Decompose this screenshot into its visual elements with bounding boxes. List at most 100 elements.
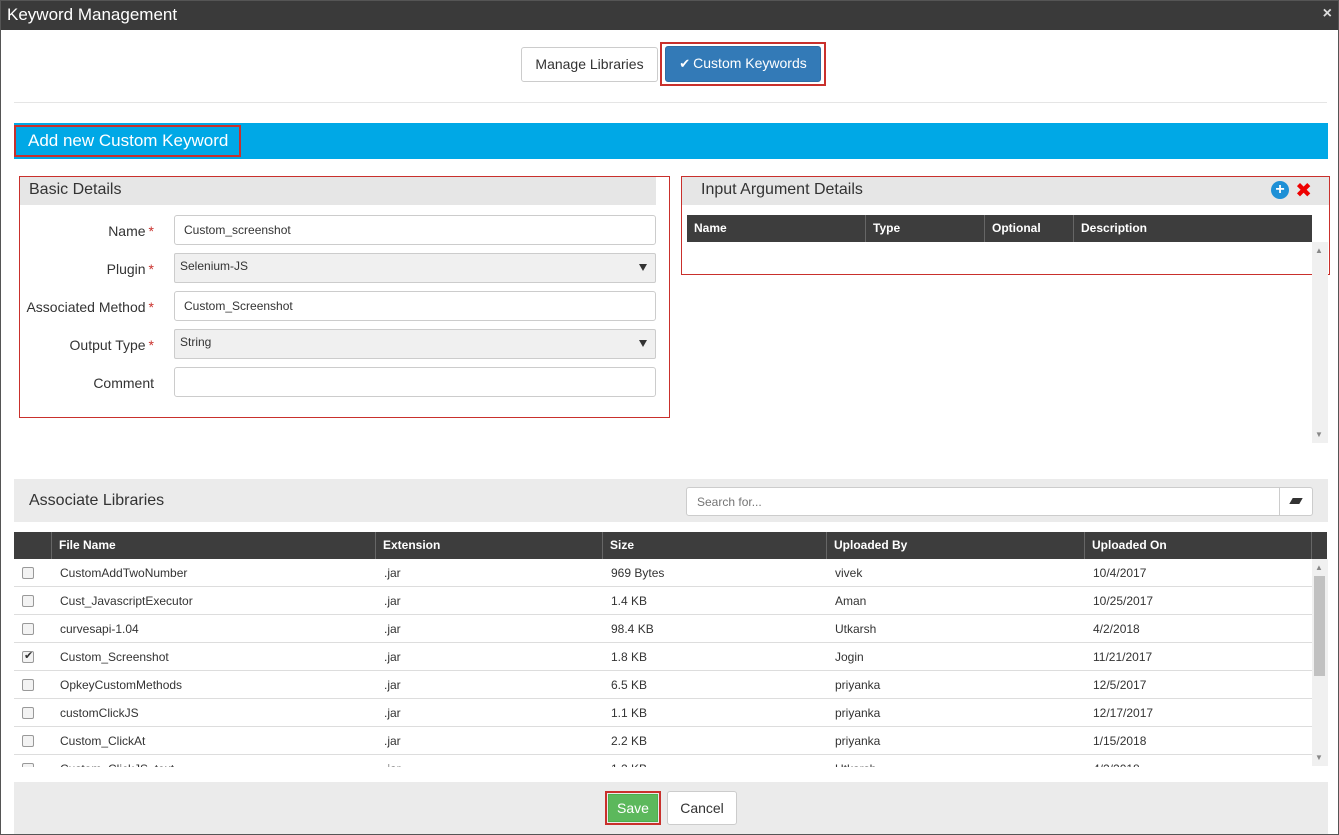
plugin-label: Plugin * (106, 261, 154, 277)
output-type-value: String (180, 335, 212, 349)
save-highlight: Save (605, 791, 661, 825)
row-checkbox[interactable] (22, 649, 34, 663)
cell-on: 12/5/2017 (1093, 678, 1147, 692)
row-checkbox[interactable] (22, 567, 34, 579)
args-col-description[interactable]: Description (1074, 215, 1312, 242)
row-checkbox[interactable] (22, 735, 34, 747)
libraries-table-header: File Name Extension Size Uploaded By Upl… (14, 532, 1327, 559)
table-row[interactable]: Custom_ClickAt .jar 2.2 KB priyanka 1/15/201… (14, 727, 1312, 755)
dialog-title: Keyword Management (7, 5, 178, 24)
row-checkbox[interactable] (22, 679, 34, 691)
table-row[interactable]: Custom_ClickJS_text.jar1.2 KBUtkarsh4/2/… (14, 755, 1312, 767)
output-type-select[interactable]: String (174, 329, 656, 359)
table-row[interactable]: customClickJS .jar 1.1 KB priyanka 12/17/201… (14, 699, 1312, 727)
row-checkbox[interactable] (22, 623, 34, 635)
method-label: Associated Method * (26, 299, 154, 315)
associate-libraries-header: Associate Libraries (14, 479, 1328, 522)
cell-on: 12/17/2017 (1093, 706, 1154, 720)
tab-manage-libraries[interactable]: Manage Libraries (521, 47, 658, 82)
args-col-name[interactable]: Name (687, 215, 866, 242)
tab-custom-keywords[interactable]: ✔ Custom Keywords (665, 46, 821, 82)
cell-size: 98.4 KB (611, 622, 654, 636)
args-col-type[interactable]: Type (866, 215, 985, 242)
input-args-panel: Input Argument Details + ✖ Name Type Opt… (681, 176, 1330, 275)
cell-ext: .jar (384, 594, 401, 608)
cell-size: 1.8 KB (611, 650, 648, 664)
dialog-footer: Save Cancel (14, 782, 1328, 834)
cell-size: 6.5 KB (611, 678, 648, 692)
cell-file: Custom_ClickAt (60, 734, 146, 748)
scroll-thumb[interactable] (1314, 576, 1325, 676)
method-row: Associated Method * (20, 291, 670, 321)
row-checkbox[interactable] (22, 763, 34, 767)
tab-custom-highlight: ✔ Custom Keywords (660, 42, 826, 86)
cell-file: Cust_JavascriptExecutor (60, 594, 193, 608)
cell-by: priyanka (835, 706, 881, 720)
scroll-up-icon[interactable]: ▲ (1315, 563, 1323, 572)
row-checkbox[interactable] (22, 595, 34, 607)
keyword-management-dialog: Keyword Management × Manage Libraries ✔ C… (0, 0, 1339, 835)
cell-ext: .jar (376, 755, 603, 767)
clear-search-button[interactable] (1279, 487, 1313, 516)
associate-libraries-title: Associate Libraries (29, 492, 165, 509)
basic-details-header: Basic Details (20, 177, 656, 205)
cell-on: 11/21/2017 (1093, 650, 1153, 664)
cell-by: priyanka (835, 734, 881, 748)
cell-by: Jogin (835, 650, 864, 664)
col-size[interactable]: Size (603, 532, 827, 559)
cell-on: 10/4/2017 (1093, 566, 1147, 580)
comment-input[interactable] (174, 367, 656, 397)
cell-file: curvesapi-1.04 (60, 622, 139, 636)
chevron-down-icon (639, 264, 647, 271)
cell-file: customClickJS (60, 706, 139, 720)
method-input[interactable] (174, 291, 656, 321)
col-select (14, 532, 52, 559)
args-col-optional[interactable]: Optional (985, 215, 1074, 242)
scroll-up-icon[interactable]: ▲ (1315, 246, 1323, 255)
cell-ext: .jar (384, 706, 401, 720)
cell-on: 4/2/2018 (1093, 622, 1140, 636)
remove-argument-icon[interactable]: ✖ (1295, 178, 1312, 203)
cell-file: CustomAddTwoNumber (60, 566, 188, 580)
row-checkbox[interactable] (22, 707, 34, 719)
library-search-input[interactable] (686, 487, 1280, 516)
basic-details-panel: Basic Details Name* Plugin* Selenium-JS … (19, 176, 670, 418)
cell-on: 4/2/2018 (1085, 755, 1312, 767)
scroll-down-icon[interactable]: ▼ (1315, 430, 1323, 439)
table-row[interactable]: OpkeyCustomMethods .jar 6.5 KB priyanka 12/5… (14, 671, 1312, 699)
plugin-row: Plugin * Selenium-JS (20, 253, 670, 283)
col-uploaded-by[interactable]: Uploaded By (827, 532, 1085, 559)
col-uploaded-on[interactable]: Uploaded On (1085, 532, 1312, 559)
col-file-name[interactable]: File Name (52, 532, 376, 559)
cell-size: 1.1 KB (611, 706, 648, 720)
libraries-scrollbar[interactable]: ▲ ▼ (1312, 559, 1328, 766)
args-scrollbar[interactable]: ▲ ▼ (1312, 242, 1328, 443)
cell-ext: .jar (384, 678, 401, 692)
table-row[interactable]: Custom_Screenshot .jar 1.8 KB Jogin 11/21/20… (14, 643, 1312, 671)
cancel-button[interactable]: Cancel (667, 791, 737, 825)
table-row[interactable]: Cust_JavascriptExecutor .jar 1.4 KB Aman 10/… (14, 587, 1312, 615)
cell-size: 969 Bytes (611, 566, 665, 580)
save-button[interactable]: Save (608, 794, 658, 822)
cell-by: vivek (835, 566, 863, 580)
output-row: Output Type * String (20, 329, 670, 359)
table-row[interactable]: curvesapi-1.04 .jar 98.4 KB Utkarsh 4/2/2018 (14, 615, 1312, 643)
close-icon[interactable]: × (1323, 5, 1332, 23)
cell-by: Aman (835, 594, 867, 608)
cell-by: Utkarsh (827, 755, 1085, 767)
basic-details-title: Basic Details (29, 181, 122, 198)
section-banner: Add new Custom Keyword (14, 123, 1328, 159)
libraries-table: File Name Extension Size Uploaded By Upl… (14, 532, 1327, 767)
eraser-icon (1289, 498, 1303, 504)
table-row[interactable]: CustomAddTwoNumber .jar 969 Bytes vivek 10/4… (14, 559, 1312, 587)
divider (14, 102, 1327, 103)
col-extension[interactable]: Extension (376, 532, 603, 559)
add-argument-icon[interactable]: + (1271, 181, 1289, 199)
plugin-select[interactable]: Selenium-JS (174, 253, 656, 283)
name-input[interactable] (174, 215, 656, 245)
scroll-down-icon[interactable]: ▼ (1315, 753, 1323, 762)
args-table-header: Name Type Optional Description (687, 215, 1312, 242)
check-icon: ✔ (679, 56, 691, 71)
cell-file: Custom_ClickJS_text (52, 755, 376, 767)
cell-size: 1.2 KB (603, 755, 827, 767)
